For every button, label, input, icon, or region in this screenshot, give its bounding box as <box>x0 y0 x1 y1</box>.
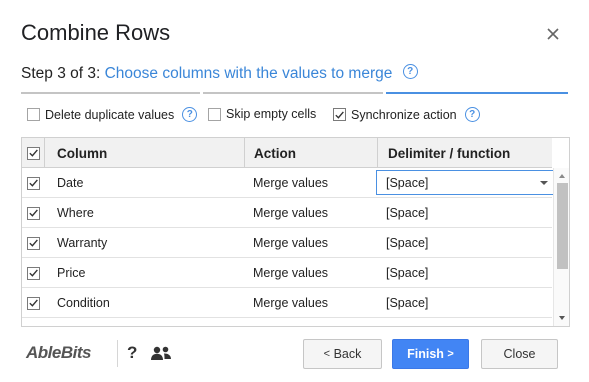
sync-action-checkbox[interactable] <box>333 108 346 121</box>
checkmark-icon <box>29 239 38 247</box>
row-column-name: Warranty <box>57 236 108 250</box>
step-label: Step 3 of 3: <box>21 65 101 82</box>
delete-duplicates-option[interactable]: Delete duplicate values ? <box>27 107 198 122</box>
row-column-name: Model <box>57 318 91 326</box>
row-checkbox[interactable] <box>27 296 40 310</box>
scroll-up-icon[interactable] <box>559 174 565 178</box>
chevron-down-icon[interactable] <box>540 181 548 185</box>
row-checkbox[interactable] <box>27 206 40 220</box>
back-button[interactable]: < Back <box>303 339 382 369</box>
sync-action-label: Synchronize action <box>351 107 457 122</box>
select-all-checkbox[interactable] <box>27 146 40 160</box>
checkmark-icon <box>29 149 38 157</box>
row-column-name: Condition <box>57 296 110 310</box>
row-action[interactable]: Merge values <box>253 228 328 258</box>
progress-step-2 <box>203 92 383 94</box>
row-column-name: Where <box>57 206 94 220</box>
row-checkbox[interactable] <box>27 176 40 190</box>
row-checkbox[interactable] <box>27 266 40 280</box>
back-button-label: Back <box>333 347 362 361</box>
checkmark-icon <box>29 299 38 307</box>
table-row: Model Merge values [Space] <box>22 318 552 328</box>
ablebits-logo: AbleBits <box>26 343 91 362</box>
row-delimiter[interactable]: [Space] <box>386 228 428 258</box>
table-row: Price Merge values [Space] <box>22 258 552 288</box>
delimiter-value: [Space] <box>386 175 429 190</box>
action-header: Action <box>244 138 377 168</box>
row-delimiter[interactable]: [Space] <box>386 258 428 288</box>
column-header: Column <box>44 138 244 168</box>
step-indicator: Step 3 of 3: Choose columns with the val… <box>21 64 418 83</box>
row-action[interactable]: Merge values <box>253 288 328 318</box>
checkmark-icon <box>29 269 38 277</box>
skip-empty-checkbox[interactable] <box>208 107 221 121</box>
row-column-name: Price <box>57 266 86 280</box>
dialog-title: Combine Rows <box>21 20 171 45</box>
row-checkbox[interactable] <box>27 236 40 250</box>
row-delimiter[interactable]: [Space] <box>386 318 428 326</box>
delimiter-dropdown[interactable]: [Space] <box>376 170 554 195</box>
skip-empty-label: Skip empty cells <box>226 107 317 121</box>
progress-step-1 <box>21 92 200 94</box>
table-row: Where Merge values [Space] <box>22 198 552 228</box>
row-action[interactable]: Merge values <box>253 198 328 228</box>
chevron-right-icon: > <box>447 348 454 360</box>
table-row: Condition Merge values [Space] <box>22 288 552 318</box>
scroll-down-icon[interactable] <box>559 316 565 320</box>
close-button-label: Close <box>503 347 536 361</box>
row-action[interactable]: Merge values <box>253 258 328 288</box>
help-icon[interactable]: ? <box>127 343 137 363</box>
delete-duplicates-checkbox[interactable] <box>27 108 40 121</box>
finish-button-label: Finish <box>407 347 444 361</box>
scrollbar-thumb[interactable] <box>557 183 568 269</box>
finish-button[interactable]: Finish > <box>392 339 469 369</box>
table-row: Date Merge values [Space] <box>22 168 554 198</box>
chevron-left-icon: < <box>323 348 331 360</box>
checkmark-icon <box>335 110 344 119</box>
step-description: Choose columns with the values to merge <box>104 65 393 82</box>
delimiter-header: Delimiter / function <box>377 138 552 168</box>
row-action[interactable]: Merge values <box>253 318 328 326</box>
sync-action-option[interactable]: Synchronize action ? <box>333 107 480 122</box>
sync-action-help-icon[interactable]: ? <box>464 107 480 122</box>
row-delimiter[interactable]: [Space] <box>386 288 428 318</box>
row-column-name: Date <box>57 176 84 190</box>
columns-table: Column Action Delimiter / function Date … <box>21 137 570 327</box>
delete-duplicates-help-icon[interactable]: ? <box>182 107 198 122</box>
step-help-icon[interactable]: ? <box>402 64 418 80</box>
footer-divider <box>117 340 118 367</box>
row-delimiter[interactable]: [Space] <box>386 198 428 228</box>
table-header: Column Action Delimiter / function <box>22 138 552 168</box>
skip-empty-option[interactable]: Skip empty cells <box>208 107 316 121</box>
row-checkbox[interactable] <box>27 327 40 328</box>
delete-duplicates-label: Delete duplicate values <box>45 107 175 122</box>
select-all-cell <box>27 138 44 168</box>
table-scrollbar[interactable] <box>553 168 569 326</box>
checkmark-icon <box>29 179 38 187</box>
people-icon[interactable] <box>150 345 172 361</box>
table-row: Warranty Merge values [Space] <box>22 228 552 258</box>
checkmark-icon <box>29 209 38 217</box>
close-icon[interactable] <box>544 25 562 43</box>
progress-step-3 <box>386 92 568 94</box>
close-button[interactable]: Close <box>481 339 558 369</box>
row-action[interactable]: Merge values <box>253 168 328 198</box>
